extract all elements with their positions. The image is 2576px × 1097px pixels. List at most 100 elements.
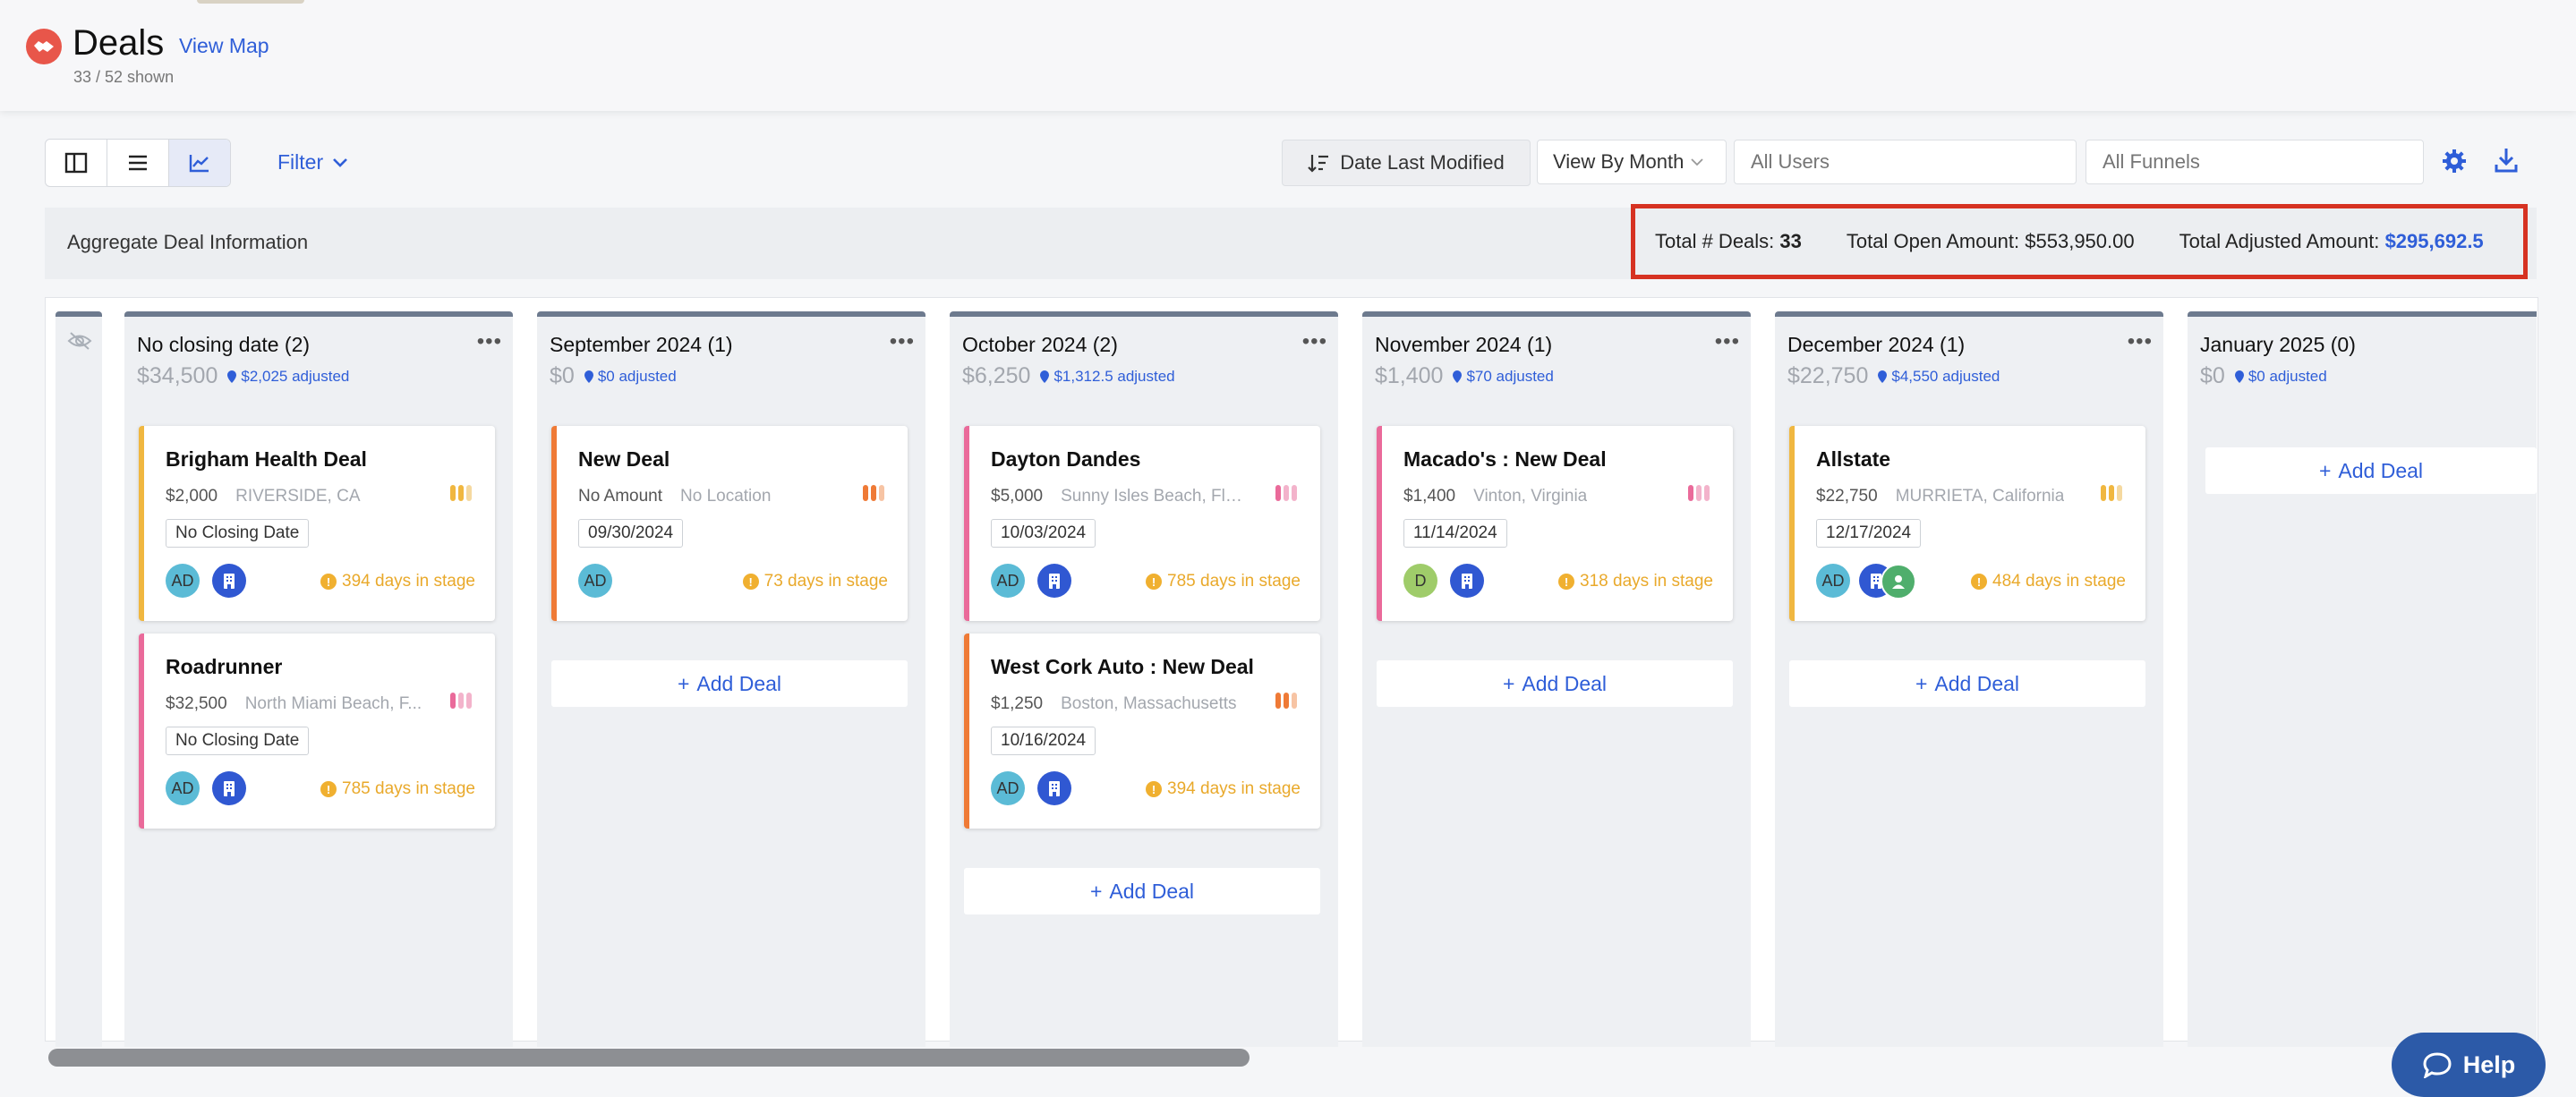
warning-icon: ! [742, 574, 759, 590]
column-no-closing-date: No closing date (2) ••• $34,500 $2,025 a… [124, 311, 513, 1047]
pin-icon [2234, 370, 2244, 383]
avatar[interactable]: AD [991, 771, 1025, 805]
filter-button[interactable]: Filter [277, 150, 348, 174]
add-deal-button[interactable]: + Add Deal [2205, 447, 2537, 494]
column-summary: $1,400 $70 adjusted [1375, 363, 1554, 389]
building-icon[interactable] [212, 564, 246, 598]
warning-icon: ! [320, 574, 337, 590]
days-in-stage: ! 785 days in stage [320, 779, 475, 799]
deal-card[interactable]: New Deal No Amount No Location 09/30/2024… [551, 426, 908, 621]
person-icon[interactable] [1881, 564, 1916, 600]
column-menu-icon[interactable]: ••• [2128, 329, 2153, 354]
deal-location: Boston, Massachusetts [1061, 694, 1237, 713]
add-deal-button[interactable]: + Add Deal [1377, 660, 1733, 707]
add-deal-label: Add Deal [1934, 671, 2020, 695]
view-map-link[interactable]: View Map [179, 34, 269, 58]
total-deals: Total # Deals: 33 [1655, 230, 1802, 253]
aggregate-bar: Aggregate Deal Information Total # Deals… [45, 204, 2537, 279]
column-adjusted: $0 adjusted [584, 368, 677, 386]
avatar[interactable]: AD [1816, 564, 1850, 598]
column-menu-icon[interactable]: ••• [1302, 329, 1327, 354]
add-deal-label: Add Deal [2338, 458, 2424, 482]
column-summary: $34,500 $2,025 adjusted [137, 363, 349, 389]
open-amount-label: Total Open Amount: [1846, 230, 2020, 252]
building-icon[interactable] [212, 771, 246, 805]
view-toggle-group [45, 139, 231, 187]
total-open-amount: Total Open Amount: $553,950.00 [1847, 230, 2135, 253]
users-select[interactable] [1734, 140, 2077, 184]
building-icon[interactable] [1450, 564, 1484, 598]
column-summary: $6,250 $1,312.5 adjusted [962, 363, 1175, 389]
column-title: October 2024 (2) [962, 333, 1118, 356]
settings-gear-icon[interactable] [2442, 149, 2467, 178]
building-icon[interactable] [1037, 771, 1071, 805]
days-in-stage: ! 394 days in stage [1146, 779, 1301, 799]
column-adjusted: $1,312.5 adjusted [1039, 368, 1175, 386]
deal-close-date: 11/14/2024 [1403, 519, 1507, 548]
deal-card[interactable]: Brigham Health Deal $2,000 RIVERSIDE, CA … [139, 426, 495, 621]
deal-card[interactable]: Macado's : New Deal $1,400 Vinton, Virgin… [1377, 426, 1733, 621]
column-menu-icon[interactable]: ••• [890, 329, 915, 354]
download-icon[interactable] [2494, 147, 2519, 178]
chart-view-icon [189, 155, 209, 173]
scrollbar-thumb[interactable] [48, 1049, 1250, 1067]
column-summary: $0 $0 adjusted [2200, 363, 2327, 389]
add-deal-label: Add Deal [1522, 671, 1608, 695]
column-summary: $0 $0 adjusted [550, 363, 677, 389]
add-deal-button[interactable]: + Add Deal [551, 660, 908, 707]
page-title: Deals [73, 23, 165, 63]
avatar[interactable]: AD [166, 771, 200, 805]
days-in-stage-text: 318 days in stage [1580, 572, 1713, 591]
help-label: Help [2462, 1050, 2516, 1078]
header-decoration [197, 0, 304, 4]
add-deal-button[interactable]: + Add Deal [964, 868, 1320, 914]
deal-name: West Cork Auto : New Deal [991, 655, 1254, 678]
deal-amount: $1,250 [991, 694, 1044, 713]
avatar[interactable]: AD [578, 564, 612, 598]
deal-amount: $32,500 [166, 694, 227, 713]
deal-card[interactable]: Roadrunner $32,500 North Miami Beach, F..… [139, 634, 495, 829]
days-in-stage: ! 394 days in stage [320, 572, 475, 591]
column-menu-icon[interactable]: ••• [1715, 329, 1740, 354]
deal-card[interactable]: Allstate $22,750 MURRIETA, California 12/… [1789, 426, 2145, 621]
deal-card[interactable]: West Cork Auto : New Deal $1,250 Boston, … [964, 634, 1320, 829]
days-in-stage: ! 484 days in stage [1971, 572, 2126, 591]
avatar[interactable]: AD [991, 564, 1025, 598]
column-adjusted-value: $0 adjusted [2248, 367, 2327, 385]
kanban-view-button[interactable] [46, 140, 107, 186]
deal-amount: No Amount [578, 487, 662, 506]
warning-icon: ! [1558, 574, 1575, 590]
deal-name: Dayton Dandes [991, 447, 1141, 471]
funnels-select[interactable] [2086, 140, 2424, 184]
add-deal-button[interactable]: + Add Deal [1789, 660, 2145, 707]
deal-name: Macado's : New Deal [1403, 447, 1607, 471]
column-title: December 2024 (1) [1787, 333, 1966, 356]
hidden-columns-strip[interactable] [55, 311, 102, 1047]
column-menu-icon[interactable]: ••• [477, 329, 502, 354]
deal-card[interactable]: Dayton Dandes $5,000 Sunny Isles Beach, F… [964, 426, 1320, 621]
days-in-stage: ! 785 days in stage [1146, 572, 1301, 591]
column-november-2024: November 2024 (1) ••• $1,400 $70 adjuste… [1362, 311, 1751, 1047]
adjusted-amount-label: Total Adjusted Amount: [2179, 230, 2380, 252]
sort-button[interactable]: Date Last Modified [1282, 140, 1531, 186]
building-icon[interactable] [1037, 564, 1071, 598]
chevron-down-icon [333, 157, 348, 167]
list-view-button[interactable] [107, 140, 169, 186]
stage-indicator-icon [1688, 485, 1710, 501]
avatar[interactable]: AD [166, 564, 200, 598]
column-title: No closing date (2) [137, 333, 311, 356]
aggregate-totals: Total # Deals: 33 Total Open Amount: $55… [1631, 204, 2528, 279]
help-button[interactable]: Help [2392, 1033, 2546, 1097]
deal-close-date: 10/16/2024 [991, 727, 1096, 755]
chat-icon [2423, 1052, 2452, 1078]
column-adjusted-value: $0 adjusted [597, 367, 677, 385]
view-by-select[interactable]: View By Month [1537, 140, 1727, 184]
deal-location: MURRIETA, California [1895, 487, 2065, 506]
days-in-stage: ! 73 days in stage [742, 572, 888, 591]
plus-icon: + [1089, 879, 1103, 903]
avatar[interactable]: D [1403, 564, 1437, 598]
deal-name: Brigham Health Deal [166, 447, 367, 471]
chart-view-button[interactable] [169, 140, 230, 186]
plus-icon: + [1915, 671, 1928, 695]
warning-icon: ! [1971, 574, 1988, 590]
